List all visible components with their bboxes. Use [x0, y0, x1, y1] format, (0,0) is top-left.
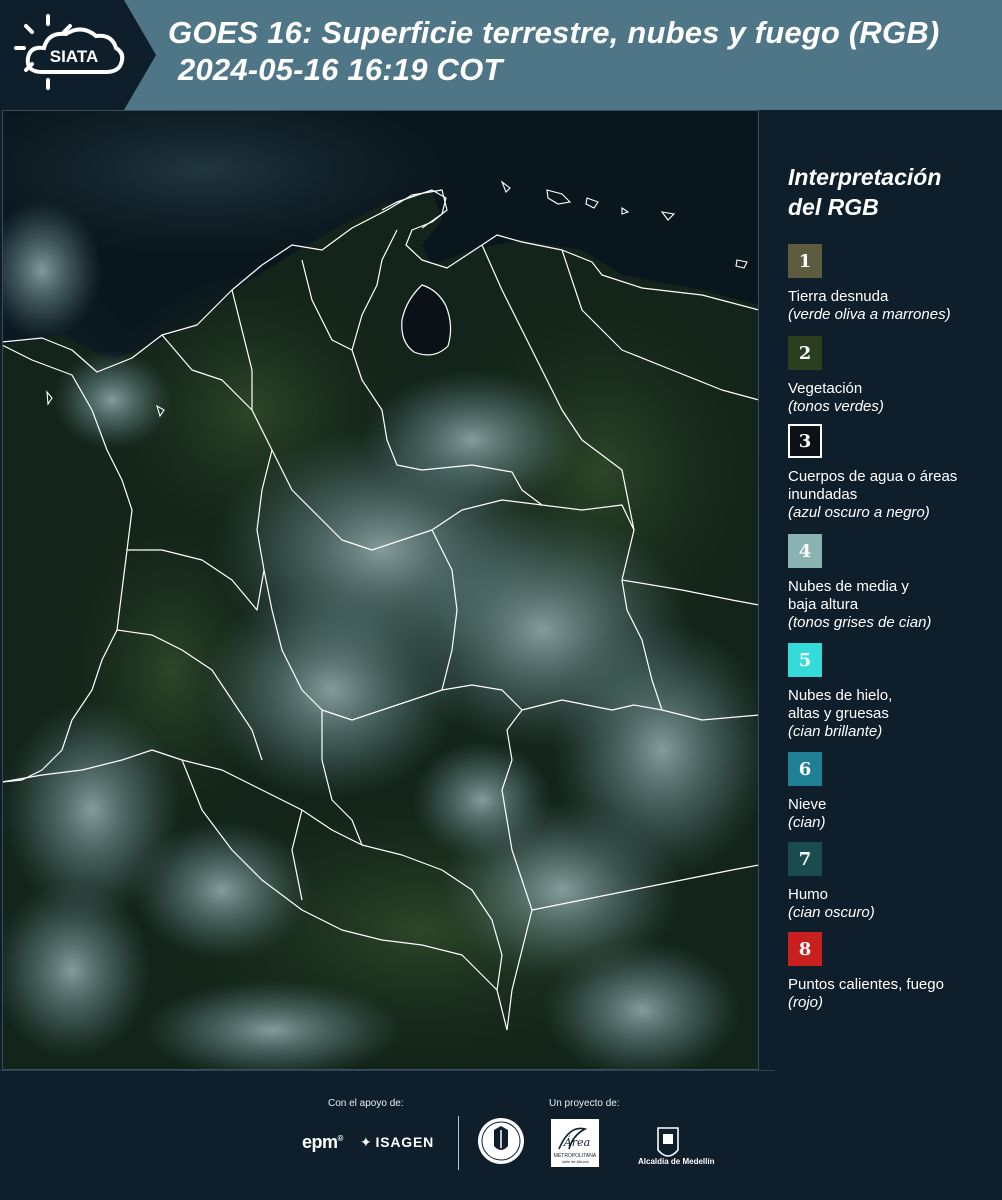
- legend-panel: Interpretación del RGB 1 Tierra desnuda …: [770, 110, 1000, 1070]
- legend-item-smoke: 7 Humo (cian oscuro): [788, 842, 1000, 922]
- isagen-mark-icon: ✦: [360, 1134, 373, 1150]
- footer-separator: [0, 1070, 775, 1071]
- university-seal-icon: [478, 1118, 524, 1164]
- legend-item-mid-low-clouds: 4 Nubes de media y baja altura (tonos gr…: [788, 534, 1000, 632]
- legend-item-bare-soil: 1 Tierra desnuda (verde oliva a marrones…: [788, 244, 1000, 324]
- legend-detail: (cian): [788, 814, 826, 831]
- legend-detail: (azul oscuro a negro): [788, 504, 930, 521]
- legend-heading: Interpretación del RGB: [788, 162, 988, 222]
- siata-logo: SIATA: [14, 14, 125, 90]
- legend-heading-line-2: del RGB: [788, 194, 879, 220]
- legend-swatch: 5: [788, 643, 822, 677]
- page-title: GOES 16: Superficie terrestre, nubes y f…: [168, 14, 998, 88]
- footer-divider: [458, 1116, 459, 1170]
- logo-text: SIATA: [50, 47, 98, 66]
- legend-item-snow: 6 Nieve (cian): [788, 752, 1000, 832]
- area-logo-subtext-2: Valle de Aburrá: [561, 1159, 589, 1164]
- legend-label: Nubes de hielo, altas y gruesas: [788, 687, 893, 722]
- project-label: Un proyecto de:: [549, 1098, 620, 1109]
- footer: Con el apoyo de: Un proyecto de: epm® ✦ I…: [0, 1070, 1002, 1200]
- legend-swatch: 3: [788, 424, 822, 458]
- legend-detail: (cian brillante): [788, 723, 883, 740]
- area-logo-text: Área: [563, 1135, 590, 1149]
- legend-detail: (cian oscuro): [788, 904, 875, 921]
- legend-item-hotspots: 8 Puntos calientes, fuego (rojo): [788, 932, 1000, 1012]
- title-line-2: 2024-05-16 16:19 COT: [178, 52, 503, 87]
- legend-heading-line-1: Interpretación: [788, 164, 942, 190]
- isagen-logo-text: ISAGEN: [375, 1134, 435, 1150]
- epm-logo-text: epm: [302, 1132, 338, 1152]
- support-label: Con el apoyo de:: [328, 1098, 404, 1109]
- legend-item-vegetation: 2 Vegetación (tonos verdes): [788, 336, 1000, 416]
- legend-item-water: 3 Cuerpos de agua o áreas inundadas (azu…: [788, 424, 1000, 522]
- legend-label: Humo: [788, 886, 829, 903]
- alcaldia-text: Alcaldía de Medellín: [638, 1157, 715, 1166]
- legend-swatch: 6: [788, 752, 822, 786]
- epm-logo: epm®: [302, 1132, 343, 1152]
- legend-label: Nubes de media y baja altura: [788, 578, 909, 613]
- legend-swatch: 7: [788, 842, 822, 876]
- legend-label: Tierra desnuda: [788, 288, 889, 305]
- legend-detail: (tonos grises de cian): [788, 614, 932, 631]
- area-metropolitana-logo: Área METROPOLITANA Valle de Aburrá: [551, 1119, 599, 1167]
- legend-label: Nieve: [788, 796, 827, 813]
- legend-label: Cuerpos de agua o áreas inundadas: [788, 468, 958, 503]
- area-logo-graphic: Área METROPOLITANA Valle de Aburrá: [554, 1127, 597, 1164]
- title-line-1: GOES 16: Superficie terrestre, nubes y f…: [168, 15, 940, 50]
- legend-swatch: 8: [788, 932, 822, 966]
- map-canvas: [2, 110, 759, 1070]
- legend-detail: (rojo): [788, 994, 824, 1011]
- isagen-logo: ✦ ISAGEN: [360, 1134, 434, 1151]
- legend-detail: (tonos verdes): [788, 398, 884, 415]
- satellite-map: [2, 110, 759, 1070]
- legend-label: Vegetación: [788, 380, 863, 397]
- legend-label: Puntos calientes, fuego: [788, 976, 944, 993]
- header: SIATA GOES 16: Superficie terrestre, nub…: [0, 0, 1002, 110]
- legend-swatch: 4: [788, 534, 822, 568]
- legend-detail: (verde oliva a marrones): [788, 306, 951, 323]
- legend-swatch: 1: [788, 244, 822, 278]
- legend-item-ice-clouds: 5 Nubes de hielo, altas y gruesas (cian …: [788, 643, 1000, 741]
- legend-swatch: 2: [788, 336, 822, 370]
